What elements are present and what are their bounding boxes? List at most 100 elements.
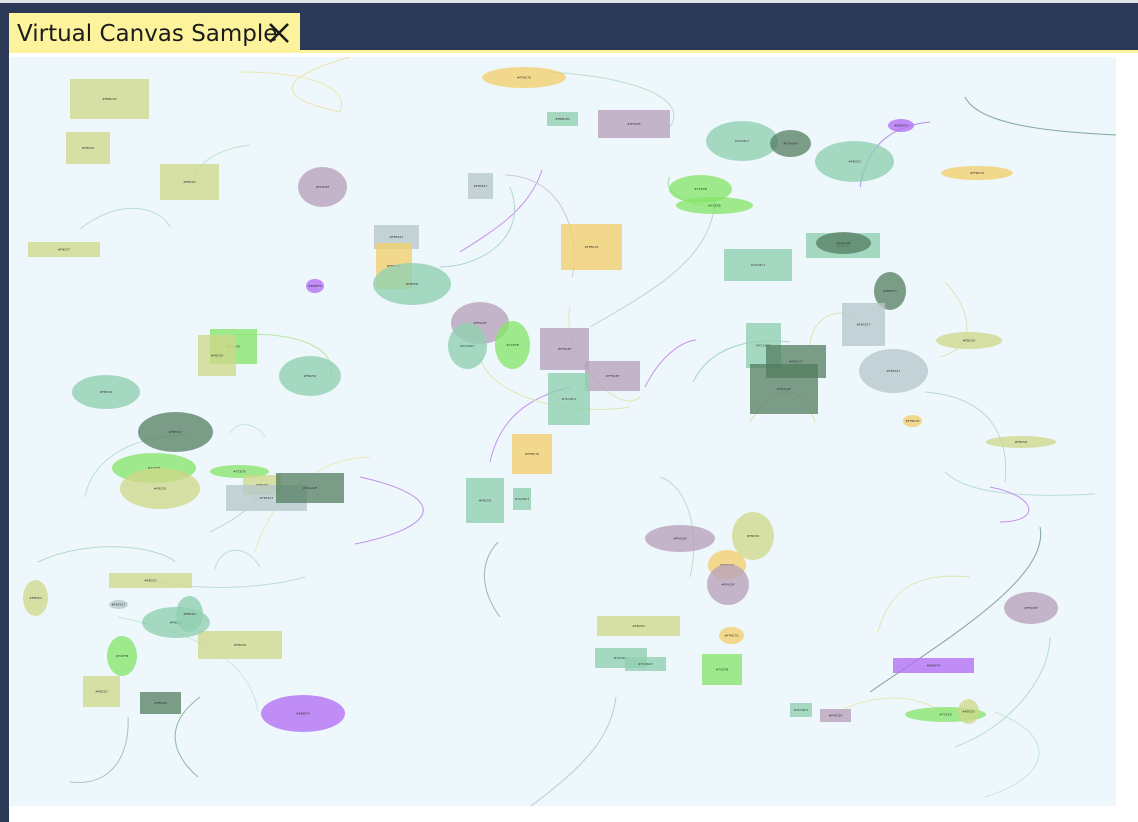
canvas-shape-rect[interactable]: #FBC5D [160,164,219,200]
shape-label: #FBC5D [211,354,224,358]
shape-label: #7CC6C7 [460,344,475,348]
canvas-shape-rect[interactable]: #7CC6C7 [513,488,531,510]
canvas-shape-ellipse[interactable]: #FF6C8F [298,167,347,207]
connector-curve [644,339,697,388]
canvas-shape-rect[interactable]: #FBC5D [83,676,120,707]
shape-label: #FB5517 [112,603,126,607]
canvas-shape-rect[interactable]: #FBC5D [466,478,504,523]
canvas-shape-ellipse[interactable]: #BE6FF0 [306,279,324,293]
shape-label: #FBC5D [479,499,492,503]
canvas-shape-rect[interactable]: #7CC6C7 [548,373,590,425]
canvas-shape-rect[interactable]: #FFBC76 [561,224,622,270]
canvas-shape-ellipse[interactable]: #FB5517 [109,600,128,609]
canvas-shape-ellipse[interactable]: #FBC5D [986,436,1056,448]
canvas-shape-rect[interactable]: #7CE7B [702,654,742,685]
shape-label: #FB5517 [390,235,404,239]
canvas-shape-rect[interactable]: #FF6C8F [598,110,670,138]
canvas-shape-rect[interactable]: #FF6C8F [820,709,851,722]
canvas-shape-rect[interactable]: #FBC5D [66,132,110,164]
shape-label: #7CE7B [708,204,720,208]
canvas-shape-ellipse[interactable]: #7CE7B [676,197,753,214]
canvas-shape-rect[interactable]: #BE6FF0 [893,658,974,673]
document-area: #FBBC5D #FBC5D #FBC5D #FBC57 #FFBC76 #FBBC5D #… [9,53,1138,822]
connector-curve [239,71,342,113]
shape-label: #FBC57 [58,248,70,252]
connector-curve [530,696,617,806]
shape-label: #FFBC76 [525,452,539,456]
canvas-shape-rect[interactable]: #FB5517 [468,173,493,199]
canvas-shape-ellipse[interactable]: #FBC5D [373,263,451,305]
shape-label: #FBC5D [304,374,317,378]
shape-label: #FF6C8F [606,374,620,378]
shape-label: #7CE7B [716,668,728,672]
canvas-shape-ellipse[interactable]: #FBC5D [958,699,979,724]
shape-label: #FFBC76 [970,171,984,175]
canvas-shape-ellipse[interactable]: #BE6FF0 [888,119,914,132]
canvas-shape-rect[interactable]: #7DAA9F [276,473,344,503]
canvas-shape-ellipse[interactable]: #FFBC76 [482,67,566,88]
shape-label: #7CC6C7 [794,708,809,712]
shape-label: #7CE7B [939,713,951,717]
canvas-shape-ellipse[interactable]: #7CC6C7 [706,121,778,161]
canvas-shape-rect[interactable]: #FBBC5D [70,79,149,119]
canvas-shape-ellipse[interactable]: #FF6C8F [1004,592,1058,624]
connector-curve [944,471,1096,496]
canvas-shape-rect[interactable]: #FBBC5D [547,112,578,126]
canvas-shape-ellipse[interactable]: #FBC5D [23,580,48,616]
canvas-shape-rect[interactable]: #FBC5D [198,335,236,376]
shape-label: #FBC5D [154,701,167,705]
shape-label: #7CC6C7 [515,497,530,501]
shape-label: #FB5517 [260,496,274,500]
canvas-shape-rect[interactable]: #FBC5D [597,616,680,636]
canvas-shape-ellipse[interactable]: #FBC5D [176,596,203,632]
canvas-shape-ellipse[interactable]: #FBC5D [72,375,140,409]
canvas-shape-rect[interactable]: #FBC5D [109,573,192,588]
canvas-shape-rect[interactable]: #FF6C8F [540,328,589,370]
canvas-shape-ellipse[interactable]: #FB5517 [859,349,928,393]
shape-label: #FBC5D [234,643,247,647]
canvas-shape-ellipse[interactable]: #FBC5D [936,332,1002,349]
shape-label: #FBC5D [962,710,975,714]
virtual-canvas[interactable]: #FBBC5D #FBC5D #FBC5D #FBC57 #FFBC76 #FBBC5D #… [10,57,1116,806]
canvas-shape-ellipse[interactable]: #FBC5D [279,356,341,396]
canvas-shape-rect[interactable]: #7CC6C7 [724,249,792,281]
shape-label: #FF6C8F [1024,606,1038,610]
canvas-shape-ellipse[interactable]: #7DAA9F [770,130,811,157]
canvas-shape-ellipse[interactable]: #FBC5D [120,468,200,509]
tab-virtual-canvas-sample[interactable]: Virtual Canvas Sample [9,13,300,54]
canvas-shape-rect[interactable]: #FBC5D [198,631,282,659]
canvas-shape-ellipse[interactable]: #FF6C8F [645,525,715,552]
canvas-shape-ellipse[interactable]: #FBC5D [815,141,894,182]
canvas-shape-ellipse[interactable]: #7CE7B [107,636,137,676]
canvas-shape-ellipse[interactable]: #7DAA9F [816,232,871,254]
canvas-shape-ellipse[interactable]: #FF6C8F [707,564,749,605]
shape-label: #7CE7B [694,187,706,191]
canvas-shape-ellipse[interactable]: #FFBC76 [903,415,922,427]
canvas-shape-rect[interactable]: #7DAA9F [750,364,818,414]
shape-label: #FFBC76 [585,245,599,249]
canvas-surface[interactable]: #FBBC5D #FBC5D #FBC5D #FBC57 #FFBC76 #FBBC5D #… [10,57,1116,806]
shape-label: #FBC5D [29,596,42,600]
shape-label: #FB5517 [474,184,488,188]
canvas-shape-rect[interactable]: #FBC5D [140,692,181,714]
canvas-shape-rect[interactable]: #FB5517 [842,303,885,346]
canvas-shape-ellipse[interactable]: #7CC6C7 [448,323,487,369]
canvas-shape-ellipse[interactable]: #FBC5D [732,512,774,560]
canvas-shape-ellipse[interactable]: #BE6FF0 [261,695,345,732]
shape-label: #7DAA9F [836,241,851,245]
close-icon[interactable] [267,21,291,45]
canvas-shape-ellipse[interactable]: #FFBC76 [941,166,1013,180]
connector-curve [924,391,1007,483]
canvas-shape-ellipse[interactable]: #FB5517 [138,412,213,452]
shape-label: #FBBC5D [555,117,570,121]
canvas-shape-rect[interactable]: #FF6C8F [585,361,640,391]
canvas-shape-rect[interactable]: #FFBC76 [512,434,552,474]
shape-label: #FFBC76 [906,419,920,423]
canvas-shape-ellipse[interactable]: #FFBC76 [719,627,744,644]
canvas-shape-ellipse[interactable]: #7CE7B [495,321,530,369]
canvas-shape-rect[interactable]: #7CC6C7 [625,657,666,671]
canvas-shape-rect[interactable]: #FBC57 [28,242,100,257]
shape-label: #FBC5D [183,612,196,616]
canvas-shape-rect[interactable]: #7CC6C7 [790,703,812,717]
shape-label: #BE6FF0 [927,664,941,668]
